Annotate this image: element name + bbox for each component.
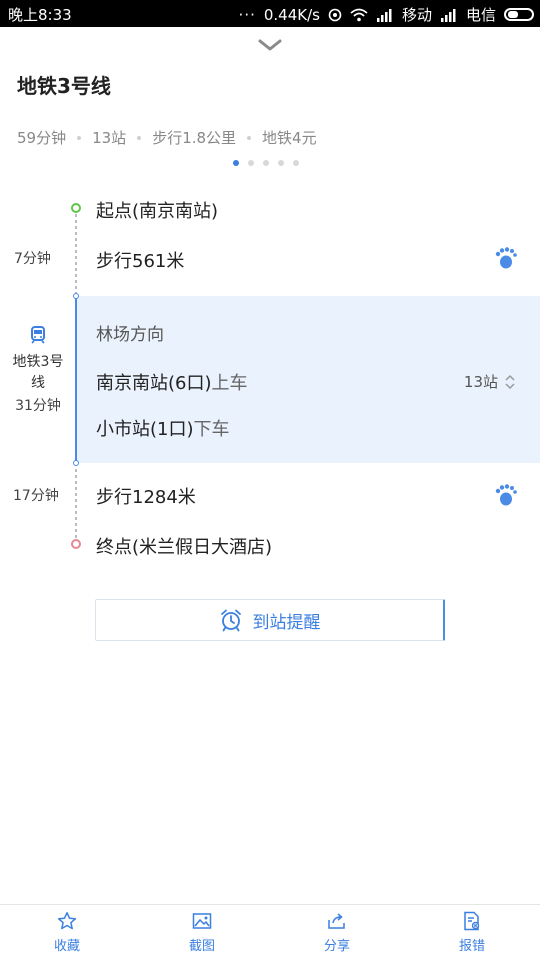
tab-report-label: 报错 [458,939,485,954]
arrival-alert-label: 到站提醒 [252,612,321,633]
status-right: ··· 0.44K/s 移动 电信 [239,4,534,25]
tab-report[interactable]: 报错 [432,911,512,954]
star-icon [57,912,77,930]
report-icon [464,911,480,931]
tab-screenshot-label: 截图 [188,939,215,954]
carrier-2: 电信 [465,6,496,24]
walk1-duration: 7分钟 [14,251,51,267]
battery-icon [504,8,534,21]
page-dot[interactable] [263,160,269,166]
route-summary: 59分钟 13站 步行1.8公里 地铁4元 [17,127,317,148]
share-icon [328,913,345,929]
page-indicator[interactable] [233,160,299,166]
walk1-text: 步行561米 [96,251,185,272]
chevron-down-icon[interactable] [257,36,283,54]
separator-dot [77,135,82,140]
walk2-text: 步行1284米 [96,487,196,508]
signal-icon-1 [376,8,392,22]
summary-walk: 步行1.8公里 [152,129,237,147]
alarm-clock-icon [220,609,241,632]
network-speed: 0.44K/s [263,5,320,24]
summary-duration: 59分钟 [17,129,67,147]
alight-station: 小市站(1口) [96,419,194,440]
subway-icon [31,326,45,344]
tab-favorite[interactable]: 收藏 [27,911,107,954]
separator-dot [247,135,252,140]
separator-dot [137,135,142,140]
footprint-icon [495,247,517,269]
page-dot-active[interactable] [233,160,239,166]
alight-action: 下车 [193,419,230,440]
start-node [71,203,81,213]
expand-toggle-icon [505,374,515,389]
arrival-alert-button[interactable]: 到站提醒 [95,599,445,641]
route-title: 地铁3号线 [17,74,111,98]
notification-dots: ··· [238,5,256,24]
transfer-node [73,460,79,466]
subway-side-info: 地铁3号线 31分钟 [0,326,76,417]
summary-stops: 13站 [92,129,127,147]
vpn-icon [328,8,342,21]
walk2-duration: 17分钟 [13,488,59,504]
subway-duration: 31分钟 [15,398,61,414]
signal-icon-2 [440,8,456,22]
image-icon [192,913,212,929]
carrier-1: 移动 [401,6,432,24]
footprint-icon [495,484,517,506]
board-line: 南京南站(6口)上车 [96,369,248,395]
summary-fare: 地铁4元 [262,129,317,147]
walk-rail-1 [75,214,77,296]
board-station: 南京南站(6口) [96,373,212,394]
end-point: 终点(米兰假日大酒店) [96,537,273,558]
stops-toggle[interactable]: 13站 [464,371,516,392]
status-time: 晚上8:33 [8,6,72,24]
bottom-toolbar: 收藏 截图 分享 报错 [0,904,540,960]
page-dot[interactable] [293,160,299,166]
subway-line-name: 地铁3号线 [12,354,64,391]
tab-share-label: 分享 [323,939,350,954]
wifi-icon [350,8,368,21]
tab-favorite-label: 收藏 [53,939,80,954]
status-bar: 晚上8:33 ··· 0.44K/s 移动 电信 [0,0,540,27]
stops-count: 13站 [463,373,498,391]
page-dot[interactable] [248,160,254,166]
board-action: 上车 [211,373,248,394]
end-node [71,539,81,549]
transfer-node [73,293,79,299]
page-dot[interactable] [278,160,284,166]
subway-direction: 林场方向 [96,325,164,345]
tab-screenshot[interactable]: 截图 [162,911,242,954]
tab-share[interactable]: 分享 [297,911,377,954]
alight-line: 小市站(1口)下车 [96,415,230,441]
walk-rail-2 [75,463,77,539]
start-point: 起点(南京南站) [96,201,219,222]
